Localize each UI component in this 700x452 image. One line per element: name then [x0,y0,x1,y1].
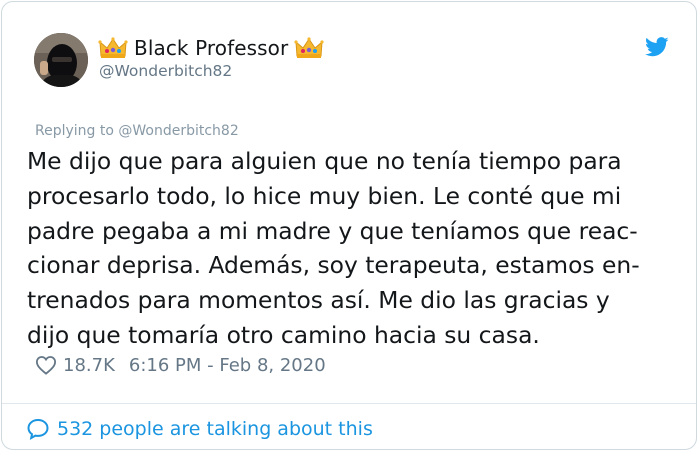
speech-bubble-icon [27,418,49,440]
masked-person-avatar-icon [34,33,88,87]
author-handle[interactable]: @Wonderbitch82 [99,62,232,80]
conversation-link[interactable]: 532 people are talking about this [26,416,373,442]
crown-icon [294,37,324,58]
tweet-timestamp[interactable]: 6:16 PM - Feb 8, 2020 [129,355,326,376]
tweet-meta: 18.7K 6:16 PM - Feb 8, 2020 [35,352,326,378]
heart-icon[interactable] [35,355,57,375]
tweet-card: Black Professor @Wonderbitch82 Replying … [1,1,697,450]
like-count[interactable]: 18.7K [63,355,115,376]
author-name-row[interactable]: Black Professor [98,35,324,61]
crown-icon [98,37,128,58]
divider [2,403,696,404]
replying-to[interactable]: Replying to @Wonderbitch82 [35,123,239,139]
conversation-text[interactable]: 532 people are talking about this [57,418,373,440]
author-display-name[interactable]: Black Professor [134,36,288,60]
twitter-bird-icon[interactable] [645,37,669,57]
avatar[interactable] [34,33,88,87]
tweet-text: Me dijo que para alguien que no tenía ti… [27,147,640,349]
